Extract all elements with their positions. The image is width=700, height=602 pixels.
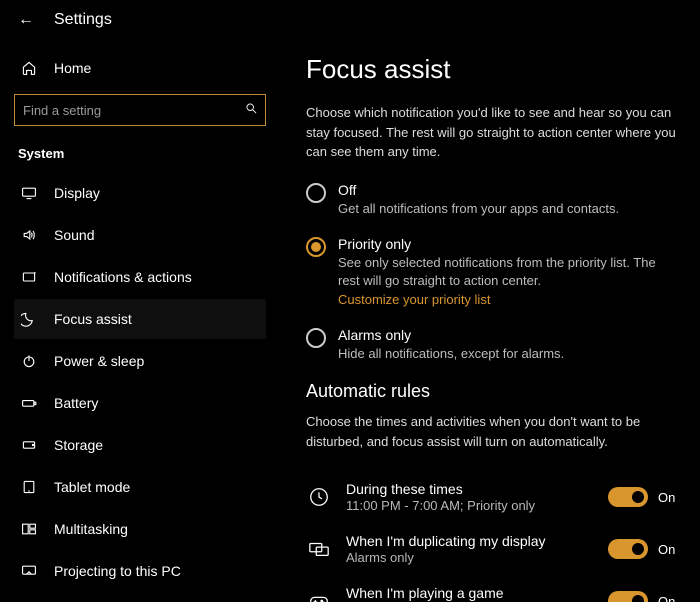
rule-during-times[interactable]: During these times 11:00 PM - 7:00 AM; P… bbox=[306, 471, 680, 523]
search-icon bbox=[245, 102, 258, 118]
sidebar-item-label: Display bbox=[54, 185, 100, 201]
sidebar-home[interactable]: Home bbox=[14, 48, 266, 88]
sidebar-item-focus-assist[interactable]: Focus assist bbox=[14, 299, 266, 339]
page-description: Choose which notification you'd like to … bbox=[306, 103, 680, 162]
content: Focus assist Choose which notification y… bbox=[280, 40, 700, 602]
sidebar: Home System Display Sound Notifications … bbox=[0, 40, 280, 602]
tablet-icon bbox=[20, 478, 38, 496]
multitasking-icon bbox=[20, 520, 38, 538]
home-icon bbox=[20, 59, 38, 77]
option-desc: Get all notifications from your apps and… bbox=[338, 200, 619, 218]
sidebar-item-sound[interactable]: Sound bbox=[14, 215, 266, 255]
rule-sub: 11:00 PM - 7:00 AM; Priority only bbox=[346, 498, 594, 513]
sidebar-item-storage[interactable]: Storage bbox=[14, 425, 266, 465]
sound-icon bbox=[20, 226, 38, 244]
option-desc: See only selected notifications from the… bbox=[338, 254, 680, 290]
game-controller-icon bbox=[306, 588, 332, 602]
option-alarms-only[interactable]: Alarms only Hide all notifications, exce… bbox=[306, 327, 680, 363]
automatic-rules-desc: Choose the times and activities when you… bbox=[306, 412, 680, 451]
sidebar-item-notifications[interactable]: Notifications & actions bbox=[14, 257, 266, 297]
notifications-icon bbox=[20, 268, 38, 286]
radio-icon bbox=[306, 328, 326, 348]
rule-toggle[interactable] bbox=[608, 487, 648, 507]
sidebar-item-label: Battery bbox=[54, 395, 98, 411]
sidebar-home-label: Home bbox=[54, 60, 91, 76]
sidebar-item-label: Tablet mode bbox=[54, 479, 130, 495]
sidebar-item-label: Sound bbox=[54, 227, 94, 243]
rule-toggle-state: On bbox=[658, 594, 680, 602]
sidebar-item-label: Projecting to this PC bbox=[54, 563, 181, 579]
sidebar-item-power[interactable]: Power & sleep bbox=[14, 341, 266, 381]
sidebar-item-battery[interactable]: Battery bbox=[14, 383, 266, 423]
sidebar-item-projecting[interactable]: Projecting to this PC bbox=[14, 551, 266, 591]
back-button[interactable]: ← bbox=[18, 11, 34, 29]
display-icon bbox=[20, 184, 38, 202]
radio-icon bbox=[306, 183, 326, 203]
sidebar-item-label: Notifications & actions bbox=[54, 269, 192, 285]
rule-sub: Alarms only bbox=[346, 550, 594, 565]
rule-title: When I'm duplicating my display bbox=[346, 533, 594, 549]
rule-duplicating-display[interactable]: When I'm duplicating my display Alarms o… bbox=[306, 523, 680, 575]
rule-toggle-state: On bbox=[658, 542, 680, 557]
storage-icon bbox=[20, 436, 38, 454]
sidebar-item-multitasking[interactable]: Multitasking bbox=[14, 509, 266, 549]
sidebar-item-label: Focus assist bbox=[54, 311, 132, 327]
search-wrap bbox=[14, 94, 266, 126]
search-input[interactable] bbox=[14, 94, 266, 126]
option-title: Alarms only bbox=[338, 327, 564, 343]
automatic-rules-title: Automatic rules bbox=[306, 381, 680, 402]
sidebar-item-tablet[interactable]: Tablet mode bbox=[14, 467, 266, 507]
duplicate-display-icon bbox=[306, 536, 332, 562]
power-icon bbox=[20, 352, 38, 370]
option-title: Off bbox=[338, 182, 619, 198]
page-title: Focus assist bbox=[306, 54, 680, 85]
rule-playing-game[interactable]: When I'm playing a game Alarms only On bbox=[306, 575, 680, 602]
window-header: ← Settings bbox=[0, 0, 700, 40]
option-off[interactable]: Off Get all notifications from your apps… bbox=[306, 182, 680, 218]
customize-priority-link[interactable]: Customize your priority list bbox=[338, 292, 490, 307]
rule-toggle[interactable] bbox=[608, 539, 648, 559]
rule-toggle[interactable] bbox=[608, 591, 648, 602]
battery-icon bbox=[20, 394, 38, 412]
radio-icon bbox=[306, 237, 326, 257]
rule-title: During these times bbox=[346, 481, 594, 497]
option-priority-only[interactable]: Priority only See only selected notifica… bbox=[306, 236, 680, 309]
window-title: Settings bbox=[54, 11, 112, 29]
rule-toggle-state: On bbox=[658, 490, 680, 505]
sidebar-item-display[interactable]: Display bbox=[14, 173, 266, 213]
projecting-icon bbox=[20, 562, 38, 580]
sidebar-category: System bbox=[18, 146, 266, 161]
rule-title: When I'm playing a game bbox=[346, 585, 594, 601]
moon-icon bbox=[20, 310, 38, 328]
option-desc: Hide all notifications, except for alarm… bbox=[338, 345, 564, 363]
sidebar-item-label: Multitasking bbox=[54, 521, 128, 537]
sidebar-item-label: Storage bbox=[54, 437, 103, 453]
option-title: Priority only bbox=[338, 236, 680, 252]
sidebar-item-label: Power & sleep bbox=[54, 353, 144, 369]
clock-icon bbox=[306, 484, 332, 510]
